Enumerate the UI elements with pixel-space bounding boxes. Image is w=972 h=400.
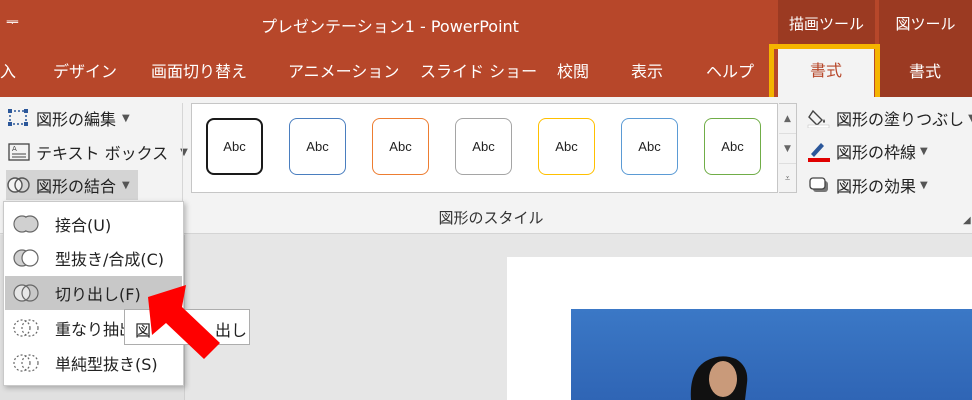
menu-item-label: 切り出し(F): [55, 285, 141, 304]
union-icon: [9, 212, 43, 236]
shape-outline-button[interactable]: 図形の枠線 ▼: [806, 137, 928, 165]
tab-slide-show[interactable]: スライド ショー: [420, 47, 537, 97]
svg-text:A: A: [12, 145, 17, 153]
edit-shape-button[interactable]: 図形の編集 ▼: [6, 103, 130, 133]
window-title: プレゼンテーション1 - PowerPoint: [261, 17, 519, 36]
text-box-button[interactable]: A テキスト ボックス ▼: [6, 137, 188, 167]
gallery-scroll: ▲ ▼ ⩡: [779, 103, 797, 193]
shape-effects-icon: [806, 174, 832, 196]
text-box-icon: A: [6, 141, 32, 163]
style-sample-5[interactable]: Abc: [538, 118, 595, 175]
chevron-down-icon: ▼: [920, 179, 928, 191]
dialog-launcher-icon[interactable]: ◢: [963, 215, 971, 226]
shape-styles-group-label: 図形のスタイル: [438, 209, 544, 227]
pen-outline-icon: [806, 140, 832, 162]
edit-shape-label: 図形の編集: [36, 110, 117, 129]
shape-fill-button[interactable]: 図形の塗りつぶし ▼: [806, 104, 972, 132]
style-sample-1[interactable]: Abc: [206, 118, 263, 175]
shape-fill-label: 図形の塗りつぶし: [836, 110, 965, 129]
title-bar: ᆕ プレゼンテーション1 - PowerPoint 描画ツール 図ツール: [0, 0, 972, 47]
menu-item-label: 型抜き/合成(C): [55, 250, 165, 269]
fragment-icon: [9, 281, 43, 305]
person-silhouette-icon: [690, 356, 748, 400]
style-sample-4[interactable]: Abc: [455, 118, 512, 175]
tab-design[interactable]: デザイン: [53, 47, 117, 97]
chevron-down-icon: ▼: [968, 113, 972, 124]
edit-points-icon: [6, 107, 32, 129]
tab-view[interactable]: 表示: [631, 47, 663, 97]
gallery-scroll-up-icon[interactable]: ▲: [779, 104, 796, 134]
tab-animations[interactable]: アニメーション: [288, 47, 399, 97]
merge-shapes-button[interactable]: 図形の結合 ▼: [6, 170, 138, 200]
combine-icon: [9, 246, 43, 270]
gallery-scroll-down-icon[interactable]: ▼: [779, 134, 796, 164]
picture-tools-context-header: 図ツール: [879, 0, 972, 47]
chevron-down-icon: ▼: [122, 112, 130, 124]
chevron-down-icon: ▼: [920, 145, 928, 157]
shape-effects-button[interactable]: 図形の効果 ▼: [806, 171, 928, 199]
style-sample-3[interactable]: Abc: [372, 118, 429, 175]
menu-item-union[interactable]: 接合(U): [5, 207, 182, 241]
style-sample-2[interactable]: Abc: [289, 118, 346, 175]
tab-transitions[interactable]: 画面切り替え: [151, 47, 247, 97]
chevron-down-icon: ▼: [122, 179, 130, 191]
subtract-icon: [9, 351, 43, 375]
merge-shapes-icon: [6, 174, 32, 196]
slide-photo[interactable]: [571, 309, 972, 400]
menu-item-label: 接合(U): [55, 216, 112, 235]
shape-effects-label: 図形の効果: [836, 177, 917, 196]
tab-help[interactable]: ヘルプ: [706, 47, 754, 97]
paint-bucket-icon: [806, 107, 832, 129]
drawing-tools-context-header: 描画ツール: [778, 0, 875, 47]
tab-format-picture[interactable]: 書式: [878, 47, 972, 97]
text-box-label: テキスト ボックス: [36, 144, 169, 163]
gallery-more-icon[interactable]: ⩡: [779, 164, 796, 194]
menu-item-label: 単純型抜き(S): [55, 355, 158, 374]
red-arrow-icon: [148, 285, 220, 359]
tab-review[interactable]: 校閲: [557, 47, 589, 97]
shape-styles-gallery: Abc Abc Abc Abc Abc Abc Abc: [191, 103, 778, 193]
menu-item-label: 重なり抽出: [55, 320, 136, 339]
style-sample-6[interactable]: Abc: [621, 118, 678, 175]
intersect-icon: [9, 316, 43, 340]
menu-item-combine[interactable]: 型抜き/合成(C): [5, 241, 182, 275]
tab-insert[interactable]: 入: [0, 47, 16, 97]
style-sample-7[interactable]: Abc: [704, 118, 761, 175]
shape-outline-label: 図形の枠線: [836, 143, 917, 162]
merge-shapes-label: 図形の結合: [36, 177, 117, 196]
